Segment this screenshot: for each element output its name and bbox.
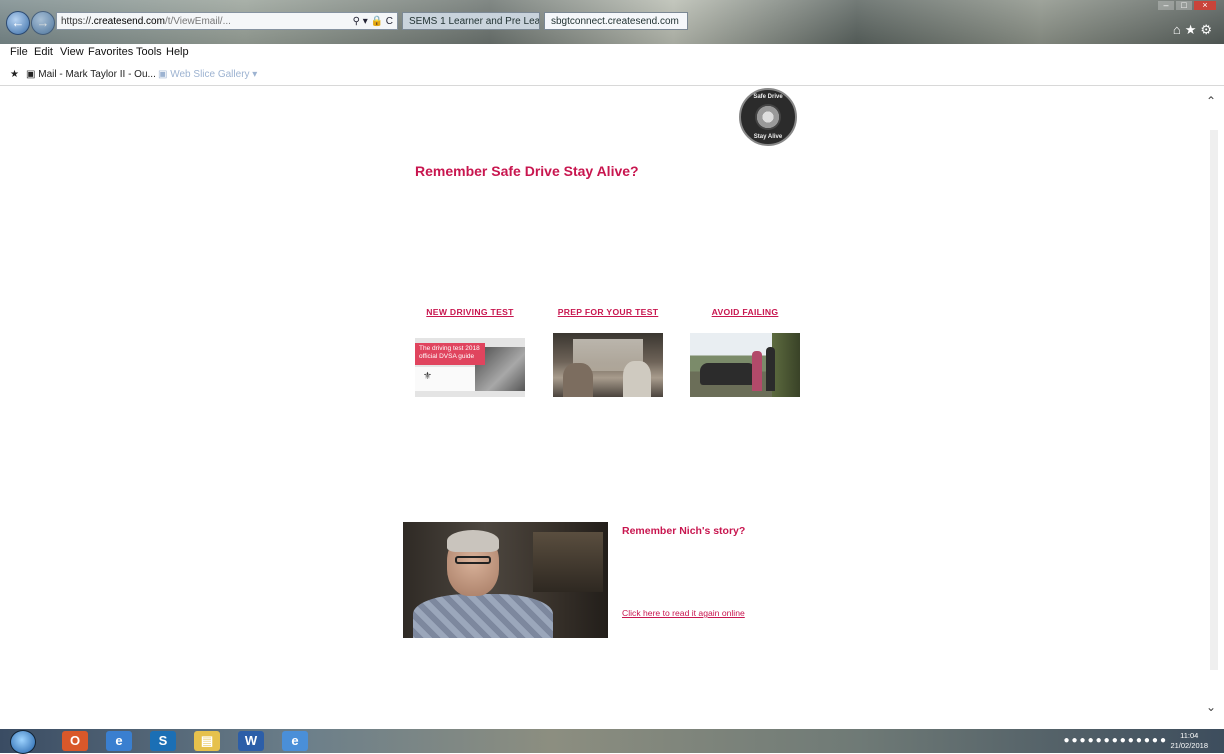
safe-drive-stay-alive-logo: Safe Drive Stay Alive xyxy=(739,88,797,146)
start-button[interactable] xyxy=(10,730,36,754)
web-slice-icon: ▣ xyxy=(158,69,168,80)
favorite-mail-label: Mail - Mark Taylor II - Ou... xyxy=(38,69,156,80)
menu-bar: File Edit View Favorites Tools Help xyxy=(0,44,1224,66)
forward-button[interactable]: → xyxy=(31,11,55,35)
glasses xyxy=(455,556,491,564)
new-driving-test-thumbnail[interactable]: The driving test 2018 official DVSA guid… xyxy=(415,333,525,397)
favorite-web-slice[interactable]: ▣ Web Slice Gallery ▾ xyxy=(158,69,257,80)
wheel-icon xyxy=(755,104,781,130)
scrollbar[interactable] xyxy=(1210,130,1218,670)
bookshelf-background xyxy=(533,532,603,592)
link-prep-for-your-test[interactable]: PREP FOR YOUR TEST xyxy=(550,307,666,317)
tab-createsend[interactable]: sbgtconnect.createsend.com xyxy=(544,12,688,30)
window-controls: – □ × xyxy=(1156,0,1216,10)
favorites-star-icon[interactable]: ★ xyxy=(10,69,19,80)
scroll-up-icon[interactable]: ⌃ xyxy=(1206,94,1216,108)
driver-figure xyxy=(563,363,593,397)
folder-icon[interactable]: ▤ xyxy=(194,731,220,751)
menu-file[interactable]: File xyxy=(10,46,28,58)
logo-bottom-text: Stay Alive xyxy=(753,134,783,140)
maximize-icon[interactable]: □ xyxy=(1176,1,1192,10)
nich-story-video-thumbnail[interactable] xyxy=(403,522,608,638)
close-icon[interactable]: × xyxy=(1194,1,1216,10)
car-image xyxy=(700,363,756,385)
passenger-figure xyxy=(623,361,651,397)
minimize-icon[interactable]: – xyxy=(1158,1,1174,10)
hair xyxy=(447,530,499,552)
address-domain: .createsend.com xyxy=(91,16,165,27)
prep-for-test-thumbnail[interactable] xyxy=(553,333,663,397)
windows-taskbar: O e S ▤ W e ●●●●●●●●●●●●● 11:04 21/02/20… xyxy=(0,729,1224,754)
system-tray-icons[interactable]: ●●●●●●●●●●●●● xyxy=(1063,735,1168,746)
menu-tools[interactable]: Tools xyxy=(136,46,162,58)
browser-title-bar: ← → https://.createsend.com/t/ViewEmail/… xyxy=(0,0,1224,44)
back-button[interactable]: ← xyxy=(6,11,30,35)
story-title: Remember Nich's story? xyxy=(622,525,746,537)
scroll-down-icon[interactable]: ⌄ xyxy=(1206,700,1216,714)
person-figure xyxy=(752,351,762,391)
shirt xyxy=(413,594,553,638)
word-icon[interactable]: W xyxy=(238,731,264,751)
home-icon[interactable]: ⌂ xyxy=(1173,22,1185,37)
tree-image xyxy=(772,333,800,397)
internet-explorer-icon[interactable]: e xyxy=(106,731,132,751)
clock-time: 11:04 xyxy=(1180,731,1199,740)
favorite-web-slice-label: Web Slice Gallery xyxy=(170,69,250,80)
skype-icon[interactable]: S xyxy=(150,731,176,751)
favorites-star-icon[interactable]: ★ xyxy=(1185,22,1201,37)
page-headline: Remember Safe Drive Stay Alive? xyxy=(415,163,639,179)
person-figure xyxy=(766,347,775,391)
mail-page-icon: ▣ xyxy=(26,69,36,80)
tab-sems-learner[interactable]: SEMS 1 Learner and Pre Learne... xyxy=(402,12,540,30)
address-actions-icon[interactable]: ⚲ ▾ 🔒 C xyxy=(353,13,393,29)
menu-edit[interactable]: Edit xyxy=(34,46,53,58)
thumbnail-caption: The driving test 2018 official DVSA guid… xyxy=(419,345,480,360)
system-clock[interactable]: 11:04 21/02/2018 xyxy=(1170,731,1208,751)
link-new-driving-test[interactable]: NEW DRIVING TEST xyxy=(415,307,525,317)
address-bar[interactable]: https://.createsend.com/t/ViewEmail/... … xyxy=(56,12,398,30)
menu-view[interactable]: View xyxy=(60,46,84,58)
link-avoid-failing[interactable]: AVOID FAILING xyxy=(690,307,800,317)
clock-date: 21/02/2018 xyxy=(1170,741,1208,750)
address-path: /t/ViewEmail/... xyxy=(164,16,231,27)
favorites-bar: ★ ▣ Mail - Mark Taylor II - Ou... ▣ Web … xyxy=(0,66,1224,86)
crest-icon: ⚜ xyxy=(423,371,432,382)
gear-icon[interactable]: ⚙ xyxy=(1200,22,1216,37)
avoid-failing-thumbnail[interactable] xyxy=(690,333,800,397)
internet-explorer-active-icon[interactable]: e xyxy=(282,731,308,751)
menu-help[interactable]: Help xyxy=(166,46,189,58)
browser-tools: ⌂★⚙ xyxy=(1173,22,1216,38)
logo-top-text: Safe Drive xyxy=(753,94,783,100)
address-scheme: https:// xyxy=(61,16,92,27)
menu-favorites[interactable]: Favorites xyxy=(88,46,133,58)
office-icon[interactable]: O xyxy=(62,731,88,751)
read-story-link[interactable]: Click here to read it again online xyxy=(622,608,745,618)
favorite-mail[interactable]: ▣ Mail - Mark Taylor II - Ou... xyxy=(26,69,156,80)
